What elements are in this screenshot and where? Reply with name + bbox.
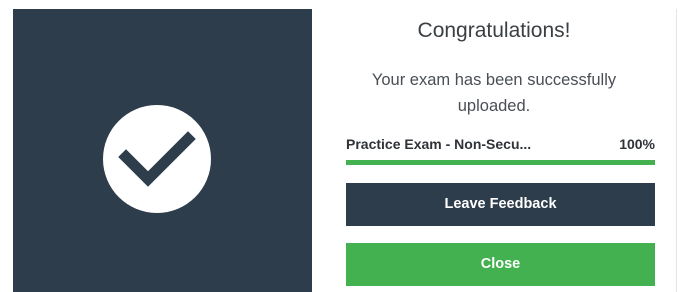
- dialog-title: Congratulations!: [417, 19, 571, 42]
- exam-name-label: Practice Exam - Non-Secu...: [346, 136, 532, 152]
- progress-bar: [346, 160, 655, 165]
- progress-percent-label: 100%: [619, 136, 655, 152]
- close-button[interactable]: Close: [346, 243, 655, 286]
- success-badge: [103, 105, 211, 213]
- progress-bar-fill: [346, 160, 655, 165]
- content-panel: Congratulations! Your exam has been succ…: [312, 9, 676, 292]
- leave-feedback-button[interactable]: Leave Feedback: [346, 183, 655, 226]
- status-panel: [13, 9, 312, 292]
- upload-complete-dialog: Congratulations! Your exam has been succ…: [13, 9, 677, 292]
- upload-progress-info: Practice Exam - Non-Secu... 100%: [346, 136, 655, 156]
- checkmark-icon: [118, 131, 196, 187]
- success-message: Your exam has been successfully uploaded…: [371, 71, 617, 115]
